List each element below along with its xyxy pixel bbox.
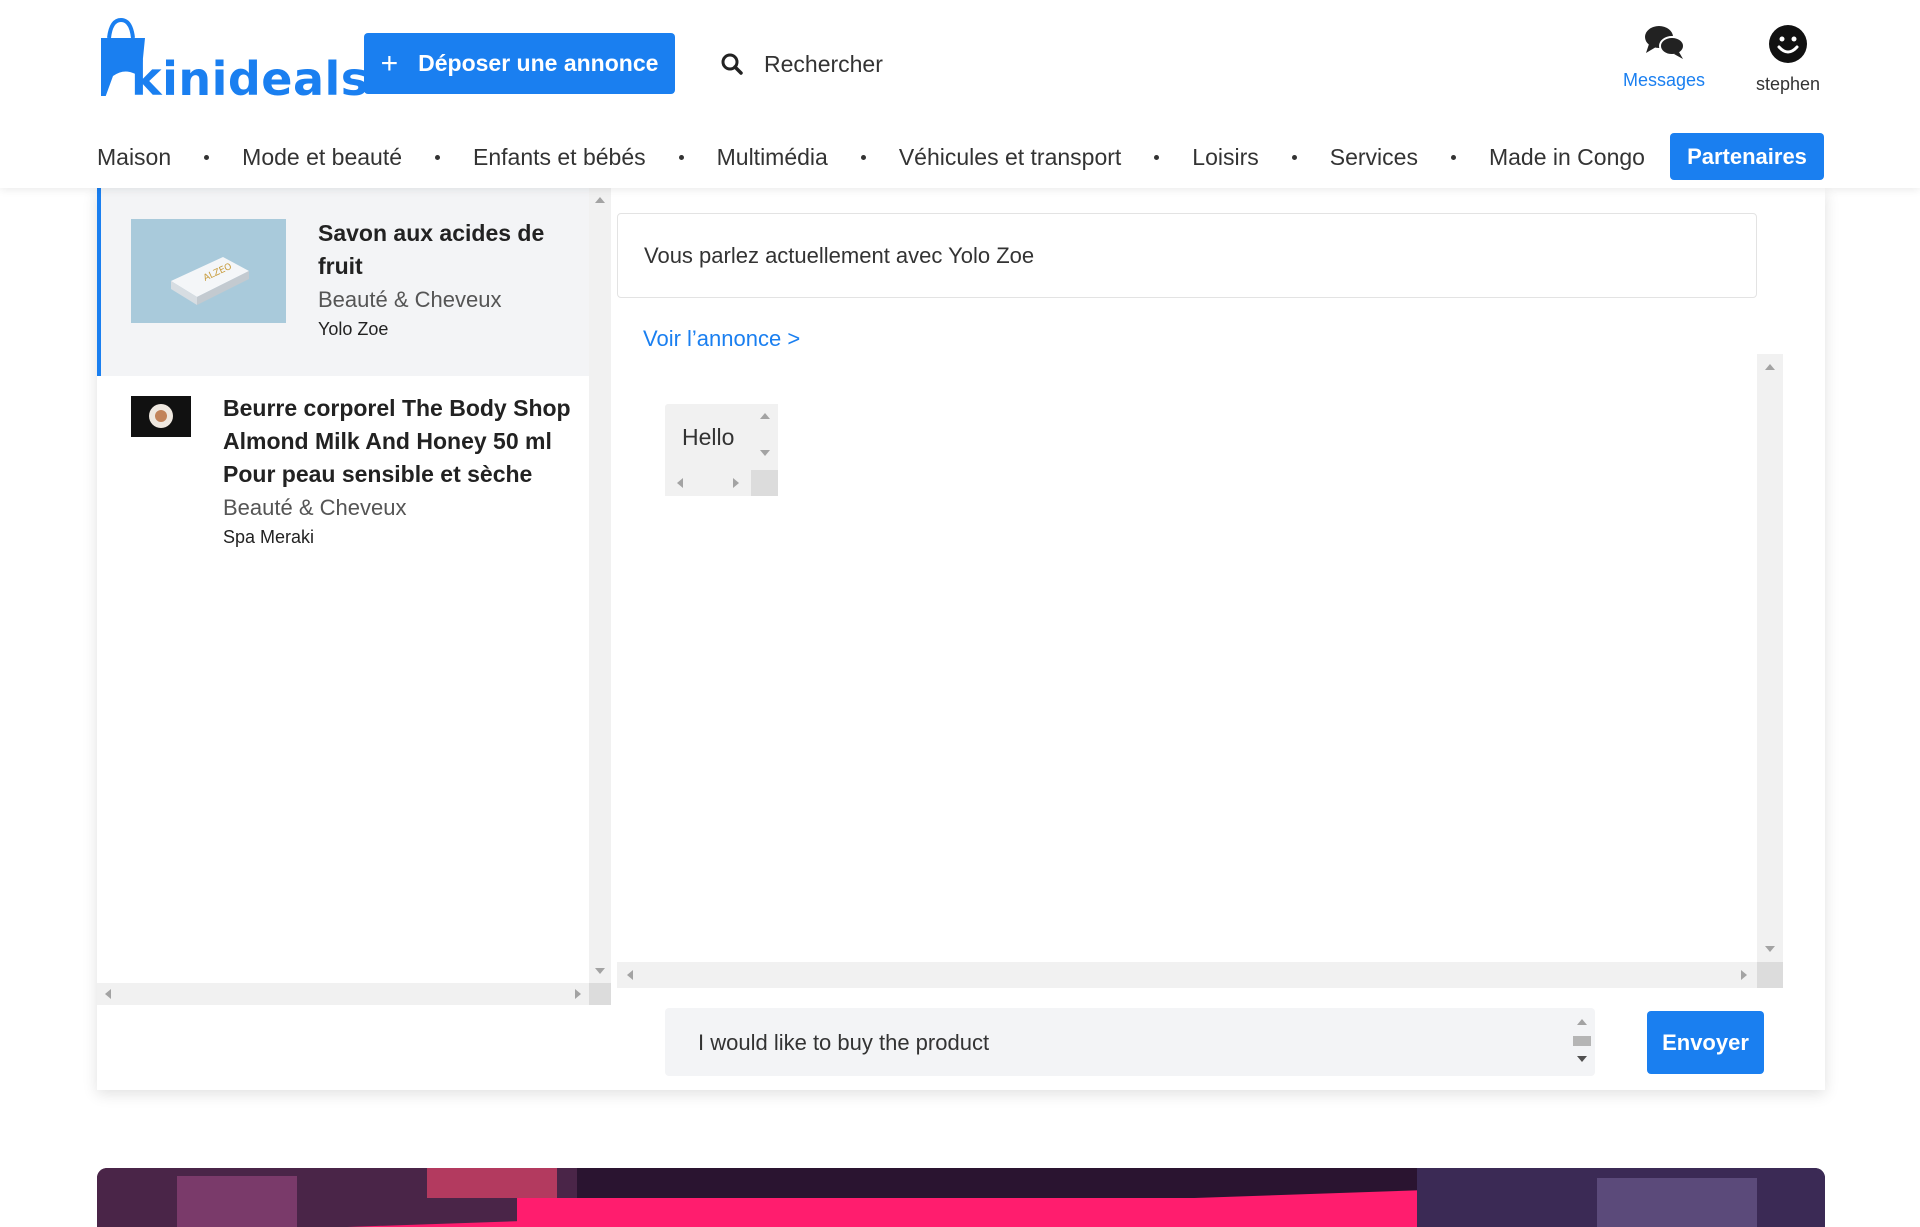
conversation-seller: Yolo Zoe bbox=[318, 319, 389, 339]
conversation-list: ALZEO Savon aux acides de fruit Beauté &… bbox=[97, 188, 589, 983]
message-input-scrollbar[interactable] bbox=[1571, 1012, 1593, 1072]
message-text: Hello bbox=[682, 424, 735, 450]
scroll-up-arrow-icon[interactable] bbox=[760, 413, 770, 419]
scrollbar-thumb[interactable] bbox=[1573, 1036, 1591, 1046]
promo-banner-image bbox=[97, 1168, 1825, 1227]
search-icon bbox=[721, 53, 743, 75]
conversation-title: Savon aux acides de fruit bbox=[318, 220, 545, 279]
send-button[interactable]: Envoyer bbox=[1647, 1011, 1764, 1074]
site-header: kinideals + Déposer une annonce Recherch… bbox=[0, 0, 1920, 188]
nav-item-enfants-bebes[interactable]: Enfants et bébés bbox=[473, 144, 646, 171]
scroll-left-arrow-icon[interactable] bbox=[105, 989, 111, 999]
kinideals-logo[interactable]: kinideals bbox=[97, 16, 368, 106]
messages-link[interactable]: Messages bbox=[1616, 24, 1712, 91]
messages-label: Messages bbox=[1622, 70, 1706, 90]
chat-header: Vous parlez actuellement avec Yolo Zoe bbox=[617, 213, 1757, 298]
nav-separator bbox=[204, 154, 210, 160]
conversation-list-vertical-scrollbar[interactable] bbox=[589, 188, 611, 983]
chat-panel: Vous parlez actuellement avec Yolo Zoe V… bbox=[617, 188, 1825, 1090]
messaging-panel: ALZEO Savon aux acides de fruit Beauté &… bbox=[97, 188, 1825, 1090]
nav-item-mode-beaute[interactable]: Mode et beauté bbox=[242, 144, 402, 171]
category-nav: Maison Mode et beauté Enfants et bébés M… bbox=[97, 133, 1825, 181]
search-link[interactable]: Rechercher bbox=[720, 46, 883, 82]
user-label: stephen bbox=[1755, 74, 1821, 94]
message-input[interactable]: I would like to buy the product bbox=[665, 1008, 1595, 1076]
scroll-right-arrow-icon[interactable] bbox=[733, 478, 739, 488]
scroll-right-arrow-icon[interactable] bbox=[1741, 970, 1747, 980]
messages-vertical-scrollbar[interactable] bbox=[1757, 354, 1783, 962]
scroll-up-arrow-icon[interactable] bbox=[1577, 1019, 1587, 1025]
view-ad-link[interactable]: Voir l’annonce > bbox=[643, 326, 800, 352]
scroll-left-arrow-icon[interactable] bbox=[627, 970, 633, 980]
scroll-down-arrow-icon[interactable] bbox=[595, 968, 605, 974]
plus-icon: + bbox=[380, 46, 399, 80]
messages-horizontal-scrollbar[interactable] bbox=[617, 962, 1757, 988]
message-input-value: I would like to buy the product bbox=[698, 1030, 990, 1055]
nav-separator bbox=[860, 154, 866, 160]
scrollbar-corner bbox=[751, 470, 778, 496]
scroll-right-arrow-icon[interactable] bbox=[575, 989, 581, 999]
conversation-list-horizontal-scrollbar[interactable] bbox=[97, 983, 589, 1005]
search-label: Rechercher bbox=[764, 50, 883, 77]
chat-bubbles-icon bbox=[1645, 26, 1685, 59]
logo-text: kinideals bbox=[131, 52, 369, 106]
nav-separator bbox=[1291, 154, 1297, 160]
conversation-details: Beurre corporel The Body Shop Almond Mil… bbox=[191, 392, 571, 576]
scroll-down-arrow-icon[interactable] bbox=[1765, 946, 1775, 952]
partners-button[interactable]: Partenaires bbox=[1670, 133, 1824, 180]
nav-separator bbox=[1154, 154, 1160, 160]
messages-area: Hello bbox=[617, 354, 1757, 962]
conversation-seller: Spa Meraki bbox=[223, 527, 315, 547]
nav-item-made-in-congo[interactable]: Made in Congo bbox=[1489, 144, 1645, 171]
nav-item-services[interactable]: Services bbox=[1330, 144, 1418, 171]
nav-separator bbox=[678, 154, 684, 160]
product-thumbnail bbox=[131, 396, 191, 437]
nav-separator bbox=[1450, 154, 1456, 160]
bubble-vertical-scrollbar[interactable] bbox=[751, 404, 778, 470]
promo-banner[interactable] bbox=[97, 1168, 1825, 1227]
scroll-down-arrow-icon[interactable] bbox=[1577, 1056, 1587, 1062]
user-menu[interactable]: stephen bbox=[1748, 24, 1828, 95]
conversation-item[interactable]: Beurre corporel The Body Shop Almond Mil… bbox=[97, 376, 589, 576]
conversation-title: Beurre corporel The Body Shop Almond Mil… bbox=[223, 395, 571, 487]
scroll-up-arrow-icon[interactable] bbox=[595, 197, 605, 203]
scroll-up-arrow-icon[interactable] bbox=[1765, 364, 1775, 370]
nav-separator bbox=[435, 154, 440, 160]
nav-item-multimedia[interactable]: Multimédia bbox=[717, 144, 828, 171]
conversation-details: Savon aux acides de fruit Beauté & Cheve… bbox=[286, 217, 544, 376]
nav-item-maison[interactable]: Maison bbox=[97, 144, 171, 171]
message-bubble: Hello bbox=[665, 404, 778, 496]
conversation-category: Beauté & Cheveux bbox=[223, 495, 407, 520]
nav-item-vehicules[interactable]: Véhicules et transport bbox=[899, 144, 1121, 171]
conversation-item[interactable]: ALZEO Savon aux acides de fruit Beauté &… bbox=[97, 188, 589, 376]
scrollbar-corner bbox=[1757, 962, 1783, 988]
post-ad-label: Déposer une annonce bbox=[418, 50, 659, 76]
nav-item-loisirs[interactable]: Loisirs bbox=[1192, 144, 1258, 171]
smiley-face-icon bbox=[1769, 25, 1807, 63]
scroll-left-arrow-icon[interactable] bbox=[677, 478, 683, 488]
product-thumbnail: ALZEO bbox=[131, 219, 286, 323]
scrollbar-corner bbox=[589, 983, 611, 1005]
post-ad-button[interactable]: + Déposer une annonce bbox=[364, 33, 675, 94]
conversation-category: Beauté & Cheveux bbox=[318, 287, 502, 312]
bubble-horizontal-scrollbar[interactable] bbox=[665, 470, 751, 496]
scroll-down-arrow-icon[interactable] bbox=[760, 450, 770, 456]
